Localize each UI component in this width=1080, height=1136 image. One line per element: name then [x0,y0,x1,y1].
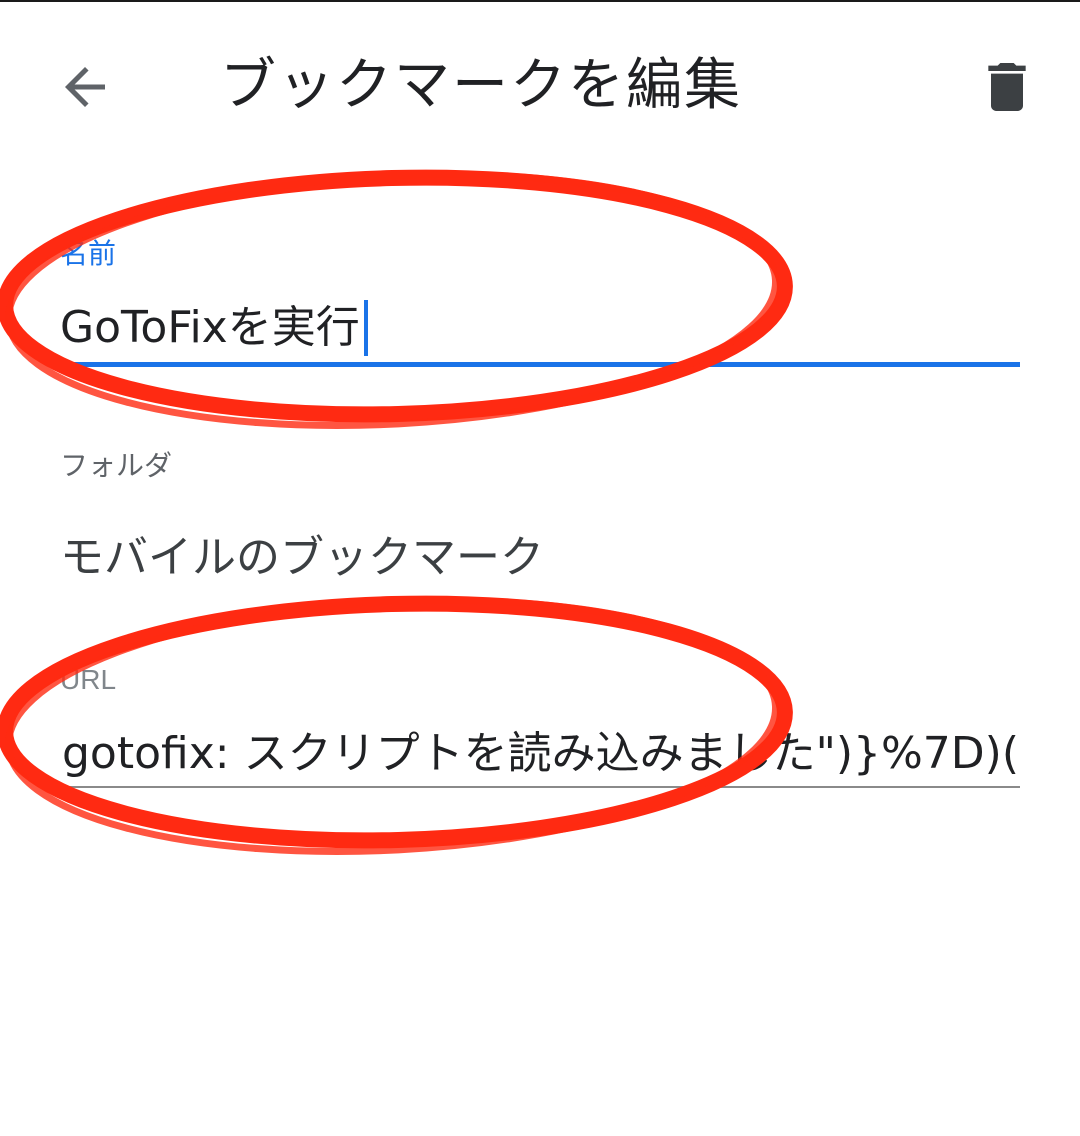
delete-button[interactable] [962,42,1052,132]
folder-selector[interactable]: モバイルのブックマーク [60,530,1020,586]
annotation-circle-name [0,169,793,423]
page-title: ブックマークを編集 [220,53,742,118]
folder-field-label: フォルダ [60,449,173,482]
trash-icon [988,63,1026,111]
arrow-back-icon [65,67,105,107]
url-input[interactable]: gotofix: スクリプトを読み込みました")}%7D)() [62,726,1018,782]
edit-bookmark-screen: ブックマークを編集 名前 GoToFixを実行 フォルダ モバイルのブックマーク… [0,0,1080,1136]
name-input[interactable]: GoToFixを実行 [60,300,1020,356]
status-bar-edge [0,0,1080,2]
name-input-text: GoToFixを実行 [60,302,360,353]
name-field-label: 名前 [60,237,117,270]
annotation-circle-url [0,595,793,849]
name-input-underline [60,362,1020,367]
app-bar: ブックマークを編集 [0,20,1080,150]
url-field-label: URL [60,664,117,695]
back-button[interactable] [40,42,130,132]
text-cursor [363,300,368,356]
url-input-underline [60,786,1020,788]
